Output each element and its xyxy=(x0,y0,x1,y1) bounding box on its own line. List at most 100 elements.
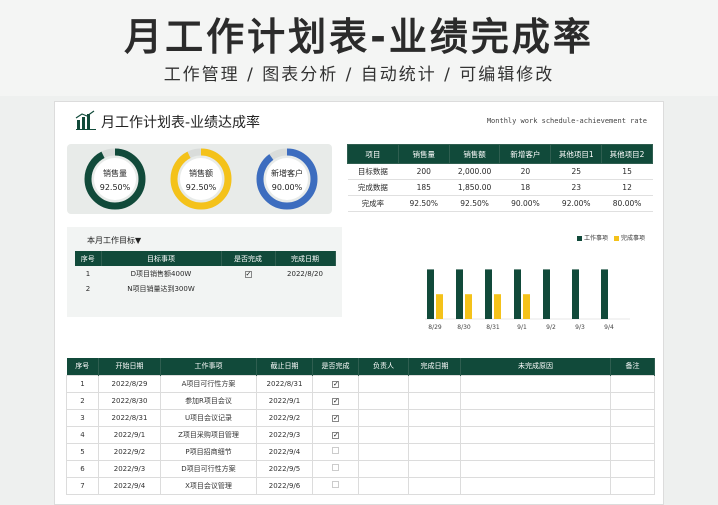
stats-cell[interactable]: 23 xyxy=(550,179,602,196)
sheet-header: 月工作计划表-业绩达成率 Monthly work schedule-achie… xyxy=(55,102,663,136)
goal-item[interactable]: D项目销售额400W xyxy=(101,266,221,281)
donut-center xyxy=(94,158,136,200)
task-finish-date[interactable] xyxy=(408,425,461,444)
task-start-date[interactable]: 2022/9/1 xyxy=(98,425,161,444)
task-note[interactable] xyxy=(610,476,655,495)
task-header: 工作事项 xyxy=(160,358,257,375)
task-done-checkbox[interactable]: ✓ xyxy=(312,425,359,444)
task-done-checkbox[interactable] xyxy=(312,476,359,495)
task-start-date[interactable]: 2022/9/2 xyxy=(98,442,161,461)
page-title: 月工作计划表-业绩完成率 xyxy=(124,15,594,59)
task-due-date[interactable]: 2022/9/2 xyxy=(256,408,313,427)
task-due-date[interactable]: 2022/9/4 xyxy=(256,442,313,461)
stats-cell[interactable]: 2,000.00 xyxy=(449,163,500,180)
stats-cell[interactable]: 目标数据 xyxy=(347,163,399,180)
task-due-date[interactable]: 2022/9/1 xyxy=(256,391,313,410)
task-start-date[interactable]: 2022/8/30 xyxy=(98,391,161,410)
task-item[interactable]: A项目可行性方案 xyxy=(160,374,257,393)
task-start-date[interactable]: 2022/8/31 xyxy=(98,408,161,427)
task-finish-date[interactable] xyxy=(408,391,461,410)
stats-header: 销售额 xyxy=(448,144,501,164)
task-item[interactable]: Z项目采购项目管理 xyxy=(160,425,257,444)
task-done-checkbox[interactable] xyxy=(312,459,359,478)
task-no: 4 xyxy=(66,425,99,444)
task-reason[interactable] xyxy=(460,442,611,461)
task-reason[interactable] xyxy=(460,408,611,427)
goal-done-checkbox[interactable] xyxy=(221,281,275,296)
goal-date[interactable] xyxy=(275,281,335,296)
task-start-date[interactable]: 2022/8/29 xyxy=(98,374,161,393)
stats-cell[interactable]: 200 xyxy=(398,163,450,180)
task-reason[interactable] xyxy=(460,425,611,444)
stats-cell[interactable]: 完成率 xyxy=(347,195,399,212)
task-finish-date[interactable] xyxy=(408,408,461,427)
stats-row: 目标数据 200 2,000.00 20 25 15 xyxy=(347,163,653,180)
task-finish-date[interactable] xyxy=(408,476,461,495)
task-item[interactable]: D项目可行性方案 xyxy=(160,459,257,478)
task-owner[interactable] xyxy=(358,425,409,444)
task-item[interactable]: P项目招商细节 xyxy=(160,442,257,461)
task-owner[interactable] xyxy=(358,442,409,461)
donut-value: 92.50% xyxy=(185,183,217,192)
x-tick-label: 8/30 xyxy=(457,324,471,331)
task-owner[interactable] xyxy=(358,408,409,427)
task-due-date[interactable]: 2022/9/5 xyxy=(256,459,313,478)
goal-done-checkbox[interactable]: ✓ xyxy=(221,266,275,281)
stats-cell[interactable]: 185 xyxy=(398,179,450,196)
task-owner[interactable] xyxy=(358,459,409,478)
task-start-date[interactable]: 2022/9/3 xyxy=(98,459,161,478)
stats-cell[interactable]: 92.50% xyxy=(449,195,500,212)
task-note[interactable] xyxy=(610,442,655,461)
task-due-date[interactable]: 2022/8/31 xyxy=(256,374,313,393)
goals-dropdown[interactable]: 本月工作目标▼ xyxy=(87,235,141,246)
legend-swatch xyxy=(576,236,582,241)
task-done-checkbox[interactable]: ✓ xyxy=(312,408,359,427)
task-note[interactable] xyxy=(610,374,655,393)
chart-legend: 工作事项 完成事项 xyxy=(576,233,645,242)
legend-label: 工作事项 xyxy=(583,235,608,242)
stats-cell[interactable]: 25 xyxy=(550,163,602,180)
stats-cell[interactable]: 12 xyxy=(601,179,653,196)
donut-label: 新增客户 xyxy=(271,169,303,178)
task-item[interactable]: X项目会议管理 xyxy=(160,476,257,495)
stats-cell[interactable]: 完成数据 xyxy=(347,179,399,196)
stats-cell[interactable]: 18 xyxy=(499,179,551,196)
task-owner[interactable] xyxy=(358,476,409,495)
goals-panel: 本月工作目标▼ 序号 目标事项 是否完成 完成日期 1 D项目销售额400W ✓ 20… xyxy=(67,227,342,317)
task-note[interactable] xyxy=(610,425,655,444)
task-owner[interactable] xyxy=(358,374,409,393)
task-finish-date[interactable] xyxy=(408,442,461,461)
stats-cell[interactable]: 1,850.00 xyxy=(449,179,500,196)
task-done-checkbox[interactable]: ✓ xyxy=(312,391,359,410)
task-note[interactable] xyxy=(610,391,655,410)
stats-cell[interactable]: 92.50% xyxy=(398,195,450,212)
task-reason[interactable] xyxy=(460,391,611,410)
task-finish-date[interactable] xyxy=(408,374,461,393)
bar-chart-icon xyxy=(75,110,96,130)
task-done-checkbox[interactable] xyxy=(312,442,359,461)
bar-work-items xyxy=(485,269,492,319)
task-reason[interactable] xyxy=(460,459,611,478)
stats-row: 完成率 92.50% 92.50% 90.00% 92.00% 80.00% xyxy=(347,195,653,212)
task-done-checkbox[interactable]: ✓ xyxy=(312,374,359,393)
task-table: 序号 开始日期 工作事项 截止日期 是否完成 负责人 完成日期 未完成原因 备注 1 2022/8… xyxy=(66,358,655,495)
task-note[interactable] xyxy=(610,459,655,478)
task-item[interactable]: U项目会议记录 xyxy=(160,408,257,427)
stats-cell[interactable]: 90.00% xyxy=(499,195,551,212)
task-due-date[interactable]: 2022/9/3 xyxy=(256,425,313,444)
task-due-date[interactable]: 2022/9/6 xyxy=(256,476,313,495)
stats-cell[interactable]: 92.00% xyxy=(550,195,602,212)
task-start-date[interactable]: 2022/9/4 xyxy=(98,476,161,495)
task-owner[interactable] xyxy=(358,391,409,410)
task-reason[interactable] xyxy=(460,476,611,495)
task-item[interactable]: 参加R项目会议 xyxy=(160,391,257,410)
task-finish-date[interactable] xyxy=(408,459,461,478)
goals-header: 完成日期 xyxy=(275,251,336,266)
task-note[interactable] xyxy=(610,408,655,427)
task-reason[interactable] xyxy=(460,374,611,393)
goal-item[interactable]: N项目销量达到300W xyxy=(101,281,221,296)
stats-cell[interactable]: 80.00% xyxy=(601,195,653,212)
stats-cell[interactable]: 15 xyxy=(601,163,653,180)
goal-date[interactable]: 2022/8/20 xyxy=(275,266,335,281)
stats-cell[interactable]: 20 xyxy=(499,163,551,180)
